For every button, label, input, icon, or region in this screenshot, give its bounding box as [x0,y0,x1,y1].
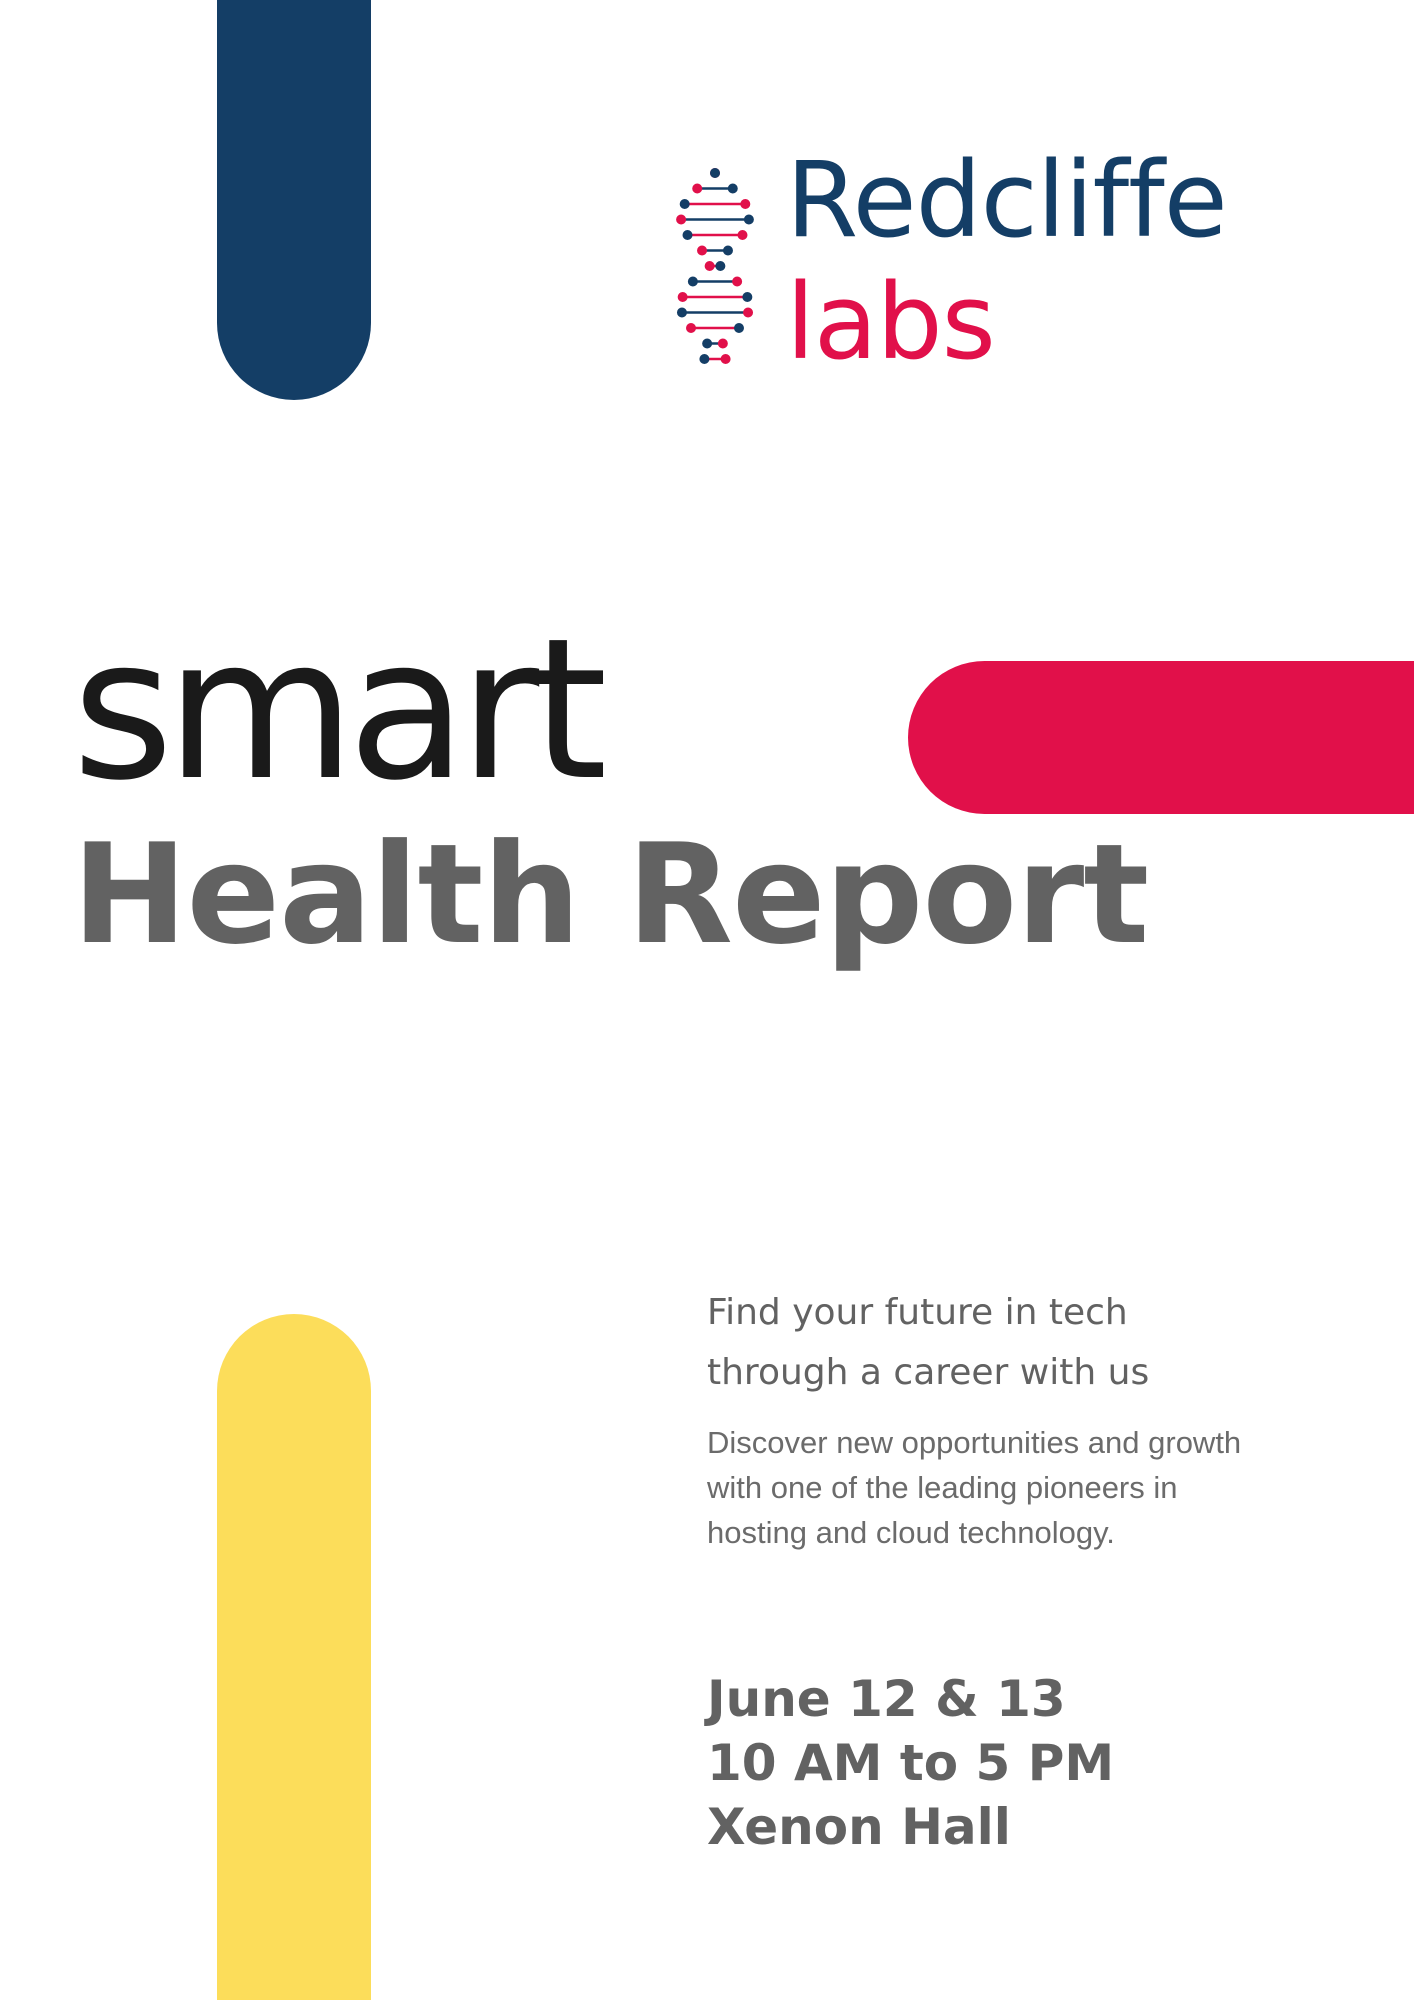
description-line-1: Discover new opportunities and growth [707,1425,1242,1460]
logo-word-labs: labs [786,261,996,383]
description-line-3: hosting and cloud technology. [707,1515,1115,1550]
event-venue: Xenon Hall [707,1798,1011,1856]
navy-decorative-bar [217,0,371,400]
event-date: June 12 & 13 [707,1670,1066,1728]
description-line-2: with one of the leading pioneers in [707,1470,1178,1505]
title-health-report: Health Report [72,814,1149,975]
event-details: June 12 & 13 10 AM to 5 PM Xenon Hall [707,1667,1114,1859]
tagline-line-1: Find your future in tech [707,1292,1128,1333]
description: Discover new opportunities and growth wi… [707,1420,1347,1555]
yellow-decorative-bar [217,1314,371,2000]
red-decorative-bar [908,661,1414,814]
event-time: 10 AM to 5 PM [707,1734,1115,1792]
tagline-line-2: through a career with us [707,1352,1150,1393]
title-smart: smart [72,596,608,823]
dna-helix-icon [676,168,754,364]
tagline: Find your future in tech through a caree… [707,1283,1347,1403]
logo-word-redcliffe: Redcliffe [786,139,1228,261]
